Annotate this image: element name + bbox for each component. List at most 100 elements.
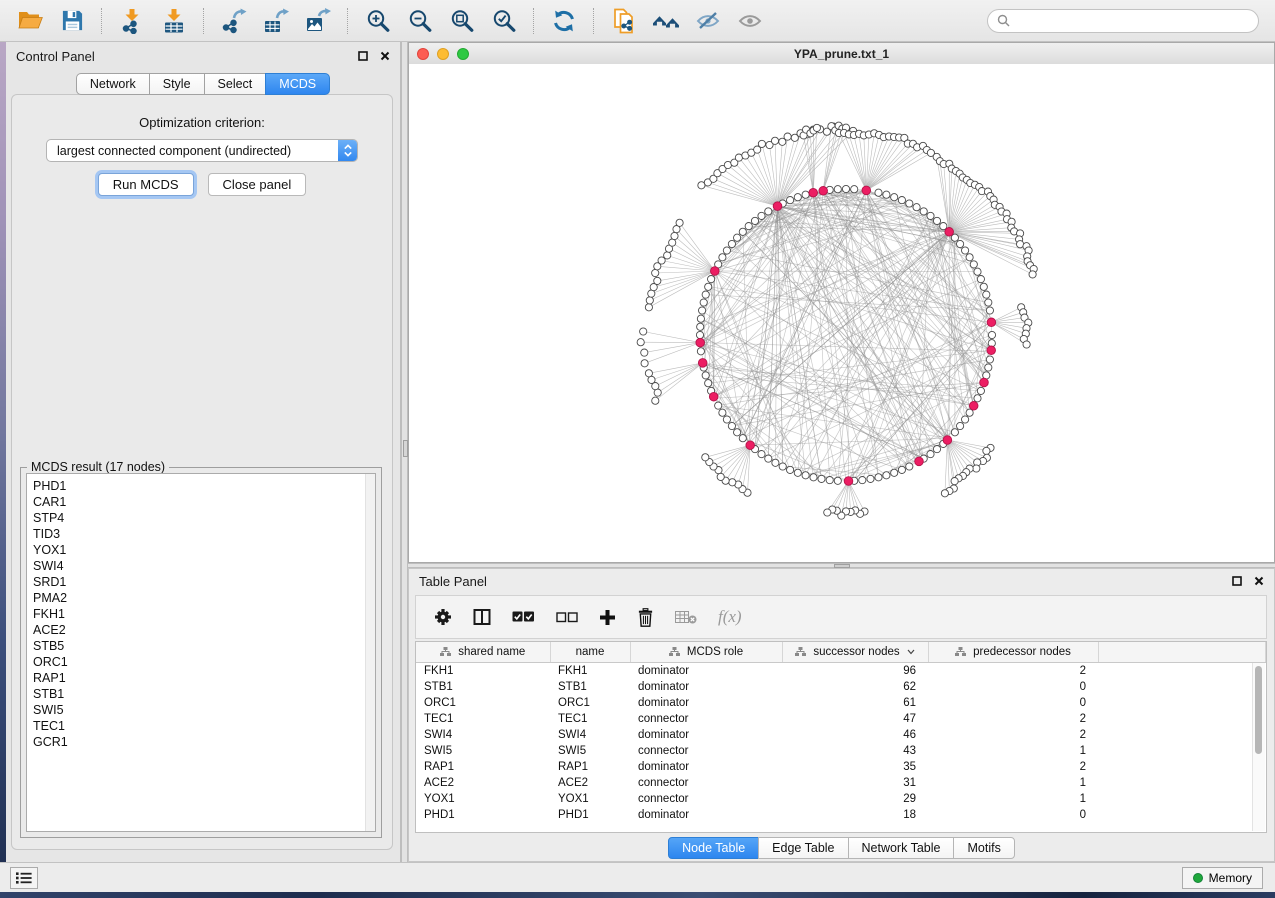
cell-shared-name[interactable]: PHD1: [416, 807, 550, 823]
refresh-view-button[interactable]: [544, 5, 584, 37]
cell-shared-name[interactable]: RAP1: [416, 759, 550, 775]
cell-name[interactable]: RAP1: [550, 759, 630, 775]
column-header-shared-name[interactable]: shared name: [416, 642, 550, 662]
save-session-button[interactable]: [52, 5, 92, 37]
cell-shared-name[interactable]: STB1: [416, 679, 550, 695]
cell-successor-nodes[interactable]: 46: [782, 727, 928, 743]
column-header-MCDS-role[interactable]: MCDS role: [630, 642, 782, 662]
table-row[interactable]: ACE2ACE2connector311: [416, 775, 1266, 791]
cell-successor-nodes[interactable]: 43: [782, 743, 928, 759]
table-scrollbar[interactable]: [1252, 663, 1265, 831]
cell-name[interactable]: ORC1: [550, 695, 630, 711]
first-neighbors-button[interactable]: [646, 5, 686, 37]
cell-predecessor-nodes[interactable]: 1: [928, 743, 1098, 759]
cell-name[interactable]: FKH1: [550, 662, 630, 679]
cell-predecessor-nodes[interactable]: 2: [928, 759, 1098, 775]
cell-predecessor-nodes[interactable]: 2: [928, 662, 1098, 679]
mcds-result-item[interactable]: TEC1: [27, 718, 375, 734]
cell-predecessor-nodes[interactable]: 1: [928, 775, 1098, 791]
zoom-out-button[interactable]: [400, 5, 440, 37]
cell-MCDS-role[interactable]: dominator: [630, 759, 782, 775]
cell-successor-nodes[interactable]: 47: [782, 711, 928, 727]
mcds-result-item[interactable]: ACE2: [27, 622, 375, 638]
mcds-result-item[interactable]: SRD1: [27, 574, 375, 590]
zoom-in-button[interactable]: [358, 5, 398, 37]
cell-MCDS-role[interactable]: connector: [630, 791, 782, 807]
mcds-list-scrollbar[interactable]: [365, 474, 375, 831]
run-mcds-button[interactable]: Run MCDS: [98, 173, 194, 196]
cell-MCDS-role[interactable]: connector: [630, 711, 782, 727]
cell-predecessor-nodes[interactable]: 0: [928, 695, 1098, 711]
cell-name[interactable]: YOX1: [550, 791, 630, 807]
table-row[interactable]: FKH1FKH1dominator962: [416, 662, 1266, 679]
mcds-result-item[interactable]: STB5: [27, 638, 375, 654]
cell-name[interactable]: ACE2: [550, 775, 630, 791]
add-column-button[interactable]: [599, 609, 616, 626]
cell-successor-nodes[interactable]: 18: [782, 807, 928, 823]
float-panel-button[interactable]: [358, 51, 368, 61]
cell-name[interactable]: SWI4: [550, 727, 630, 743]
float-table-panel-button[interactable]: [1232, 576, 1242, 586]
cell-successor-nodes[interactable]: 61: [782, 695, 928, 711]
mcds-result-item[interactable]: TID3: [27, 526, 375, 542]
cell-shared-name[interactable]: SWI5: [416, 743, 550, 759]
cell-successor-nodes[interactable]: 62: [782, 679, 928, 695]
table-row[interactable]: SWI5SWI5connector431: [416, 743, 1266, 759]
cell-predecessor-nodes[interactable]: 2: [928, 727, 1098, 743]
cell-shared-name[interactable]: ORC1: [416, 695, 550, 711]
mcds-result-item[interactable]: SWI4: [27, 558, 375, 574]
cell-successor-nodes[interactable]: 96: [782, 662, 928, 679]
cell-shared-name[interactable]: SWI4: [416, 727, 550, 743]
table-row[interactable]: PHD1PHD1dominator180: [416, 807, 1266, 823]
tab-motifs[interactable]: Motifs: [953, 837, 1014, 859]
column-header-successor-nodes[interactable]: successor nodes: [782, 642, 928, 662]
export-image-button[interactable]: [298, 5, 338, 37]
column-header-name[interactable]: name: [550, 642, 630, 662]
close-table-panel-button[interactable]: [1254, 576, 1264, 586]
panel-splitter-vertical[interactable]: [401, 42, 408, 862]
cell-predecessor-nodes[interactable]: 0: [928, 807, 1098, 823]
zoom-fit-button[interactable]: [442, 5, 482, 37]
cell-name[interactable]: STB1: [550, 679, 630, 695]
mcds-result-item[interactable]: ORC1: [27, 654, 375, 670]
open-file-button[interactable]: [10, 5, 50, 37]
cell-successor-nodes[interactable]: 35: [782, 759, 928, 775]
import-network-button[interactable]: [112, 5, 152, 37]
cell-predecessor-nodes[interactable]: 2: [928, 711, 1098, 727]
close-panel-button[interactable]: Close panel: [208, 173, 307, 196]
cell-MCDS-role[interactable]: dominator: [630, 679, 782, 695]
cell-predecessor-nodes[interactable]: 0: [928, 679, 1098, 695]
cell-name[interactable]: TEC1: [550, 711, 630, 727]
export-network-button[interactable]: [214, 5, 254, 37]
import-table-button[interactable]: [154, 5, 194, 37]
cell-MCDS-role[interactable]: dominator: [630, 727, 782, 743]
mcds-result-item[interactable]: STP4: [27, 510, 375, 526]
cell-shared-name[interactable]: FKH1: [416, 662, 550, 679]
cell-shared-name[interactable]: ACE2: [416, 775, 550, 791]
table-row[interactable]: ORC1ORC1dominator610: [416, 695, 1266, 711]
cell-MCDS-role[interactable]: dominator: [630, 662, 782, 679]
select-all-button[interactable]: [512, 611, 535, 623]
cell-successor-nodes[interactable]: 31: [782, 775, 928, 791]
memory-button[interactable]: Memory: [1182, 867, 1263, 889]
mcds-result-list[interactable]: PHD1CAR1STP4TID3YOX1SWI4SRD1PMA2FKH1ACE2…: [26, 473, 376, 832]
network-graph[interactable]: [409, 64, 1274, 562]
table-row[interactable]: TEC1TEC1connector472: [416, 711, 1266, 727]
close-panel-x-button[interactable]: [380, 51, 390, 61]
tab-network[interactable]: Network: [76, 73, 150, 95]
task-history-button[interactable]: [10, 867, 38, 889]
cell-predecessor-nodes[interactable]: 1: [928, 791, 1098, 807]
cell-MCDS-role[interactable]: dominator: [630, 807, 782, 823]
tab-node-table[interactable]: Node Table: [668, 837, 759, 859]
mcds-result-item[interactable]: RAP1: [27, 670, 375, 686]
cell-MCDS-role[interactable]: connector: [630, 775, 782, 791]
mcds-result-item[interactable]: STB1: [27, 686, 375, 702]
cell-name[interactable]: PHD1: [550, 807, 630, 823]
show-all-button[interactable]: [730, 5, 770, 37]
delete-column-button[interactable]: [637, 608, 654, 627]
table-scrollbar-thumb[interactable]: [1255, 666, 1262, 754]
column-header-predecessor-nodes[interactable]: predecessor nodes: [928, 642, 1098, 662]
tab-mcds[interactable]: MCDS: [265, 73, 330, 95]
optimization-dropdown[interactable]: largest connected component (undirected): [46, 139, 358, 162]
tab-network-table[interactable]: Network Table: [848, 837, 955, 859]
